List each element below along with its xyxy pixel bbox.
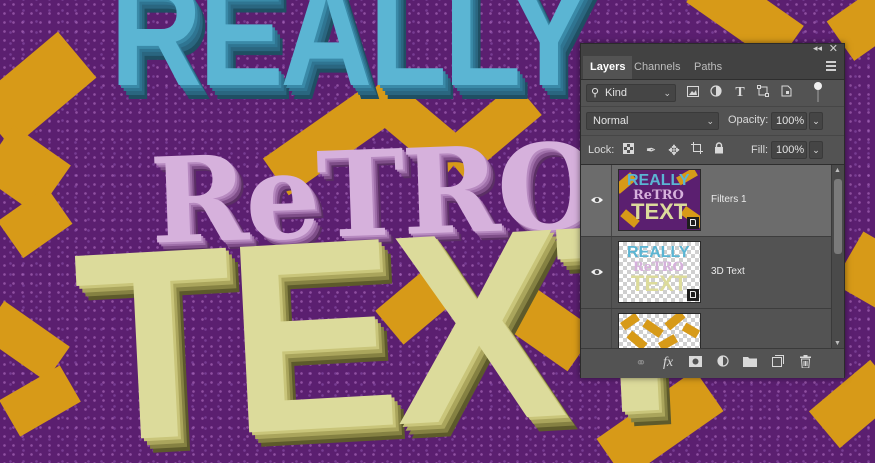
search-icon: ⚲ bbox=[591, 87, 600, 99]
smart-object-filter-icon[interactable] bbox=[778, 85, 794, 101]
image-filter-icon[interactable] bbox=[685, 85, 701, 101]
new-layer-icon[interactable] bbox=[770, 355, 786, 371]
adjustment-layer-icon[interactable] bbox=[715, 355, 731, 371]
thumb-text-line: TEXT bbox=[631, 199, 688, 224]
lock-row: Lock: ✒ ✥ Fill: 100% ⌄ bbox=[581, 136, 844, 165]
scroll-up-arrow-icon[interactable]: ▲ bbox=[834, 167, 841, 174]
eye-icon bbox=[591, 269, 603, 275]
adjustment-filter-icon[interactable] bbox=[708, 85, 724, 101]
layer-thumbnail: REALLY ReTRO TEXT bbox=[618, 169, 701, 231]
close-icon[interactable]: ✕ bbox=[829, 42, 838, 55]
opacity-dropdown-button[interactable]: ⌄ bbox=[809, 112, 823, 130]
panel-titlebar[interactable]: ◂◂ ✕ bbox=[581, 42, 844, 56]
blend-mode-value: Normal bbox=[593, 115, 629, 127]
lock-label: Lock: bbox=[588, 144, 615, 156]
panel-menu-icon[interactable] bbox=[826, 61, 836, 73]
eye-icon bbox=[591, 197, 603, 203]
layers-footer-toolbar: ⚭ fx bbox=[581, 348, 844, 378]
filter-toggle-switch[interactable] bbox=[814, 82, 822, 102]
visibility-toggle[interactable] bbox=[581, 309, 612, 348]
tab-layers[interactable]: Layers bbox=[583, 56, 633, 79]
layer-row-3d-text[interactable]: REALLY ReTRO TEXT 3D Text bbox=[581, 237, 831, 309]
layer-row-background[interactable] bbox=[581, 309, 831, 348]
tab-paths[interactable]: Paths bbox=[687, 56, 729, 79]
visibility-toggle[interactable] bbox=[581, 165, 612, 236]
type-filter-icon[interactable]: T bbox=[732, 85, 748, 101]
fx-icon[interactable]: fx bbox=[660, 355, 676, 371]
tab-channels[interactable]: Channels bbox=[627, 56, 687, 79]
layer-row-filters-1[interactable]: REALLY ReTRO TEXT Filters 1 bbox=[581, 165, 831, 237]
layers-list: REALLY ReTRO TEXT Filters 1 REALLY ReTRO… bbox=[581, 165, 831, 348]
thumb-text-line: REALLY bbox=[627, 172, 690, 189]
lock-artboard-icon[interactable] bbox=[689, 142, 705, 158]
layer-thumbnail: REALLY ReTRO TEXT bbox=[618, 241, 701, 303]
lock-transparent-pixels-icon[interactable] bbox=[620, 142, 636, 158]
panel-tab-bar: Layers Channels Paths bbox=[581, 56, 844, 80]
new-group-icon[interactable] bbox=[742, 355, 758, 371]
fill-dropdown-button[interactable]: ⌄ bbox=[809, 141, 823, 159]
lock-all-icon[interactable] bbox=[711, 142, 727, 158]
smart-object-badge-icon bbox=[687, 289, 699, 301]
fill-field[interactable]: 100% bbox=[771, 141, 807, 159]
layers-scrollbar[interactable]: ▲ ▼ bbox=[831, 165, 844, 348]
zigzag-stripe bbox=[0, 365, 81, 437]
smart-object-badge-icon bbox=[687, 217, 699, 229]
scroll-down-arrow-icon[interactable]: ▼ bbox=[834, 340, 841, 347]
filter-kind-select[interactable]: ⚲ Kind ⌄ bbox=[586, 84, 676, 102]
filter-kind-label: Kind bbox=[605, 87, 628, 99]
layer-thumbnail bbox=[618, 313, 701, 348]
layers-panel: ◂◂ ✕ Layers Channels Paths ⚲ Kind ⌄ T No… bbox=[580, 43, 845, 378]
blend-mode-row: Normal ⌄ Opacity: 100% ⌄ bbox=[581, 107, 844, 136]
lock-image-pixels-icon[interactable]: ✒ bbox=[643, 142, 659, 158]
thumb-text-line: TEXT bbox=[631, 271, 688, 296]
zigzag-stripe bbox=[0, 186, 73, 259]
lock-position-icon[interactable]: ✥ bbox=[666, 142, 682, 158]
chevron-down-icon: ⌄ bbox=[706, 116, 714, 126]
layer-name[interactable]: Filters 1 bbox=[711, 194, 747, 205]
fill-label: Fill: bbox=[751, 144, 769, 156]
opacity-field[interactable]: 100% bbox=[771, 112, 807, 130]
scroll-thumb[interactable] bbox=[834, 179, 842, 254]
opacity-label: Opacity: bbox=[728, 114, 769, 126]
really-3d-word: REALLY bbox=[110, 0, 591, 117]
visibility-toggle[interactable] bbox=[581, 237, 612, 308]
link-layers-icon[interactable]: ⚭ bbox=[633, 355, 649, 371]
layer-mask-icon[interactable] bbox=[687, 355, 703, 371]
layer-filter-row: ⚲ Kind ⌄ T bbox=[581, 80, 844, 107]
layer-name[interactable]: 3D Text bbox=[711, 266, 745, 277]
chevron-down-icon: ⌄ bbox=[663, 88, 671, 98]
blend-mode-select[interactable]: Normal ⌄ bbox=[586, 112, 719, 130]
shape-filter-icon[interactable] bbox=[755, 85, 771, 101]
delete-layer-icon[interactable] bbox=[797, 355, 813, 371]
collapse-panel-icon[interactable]: ◂◂ bbox=[813, 43, 822, 54]
thumb-text-line: REALLY bbox=[627, 244, 690, 261]
